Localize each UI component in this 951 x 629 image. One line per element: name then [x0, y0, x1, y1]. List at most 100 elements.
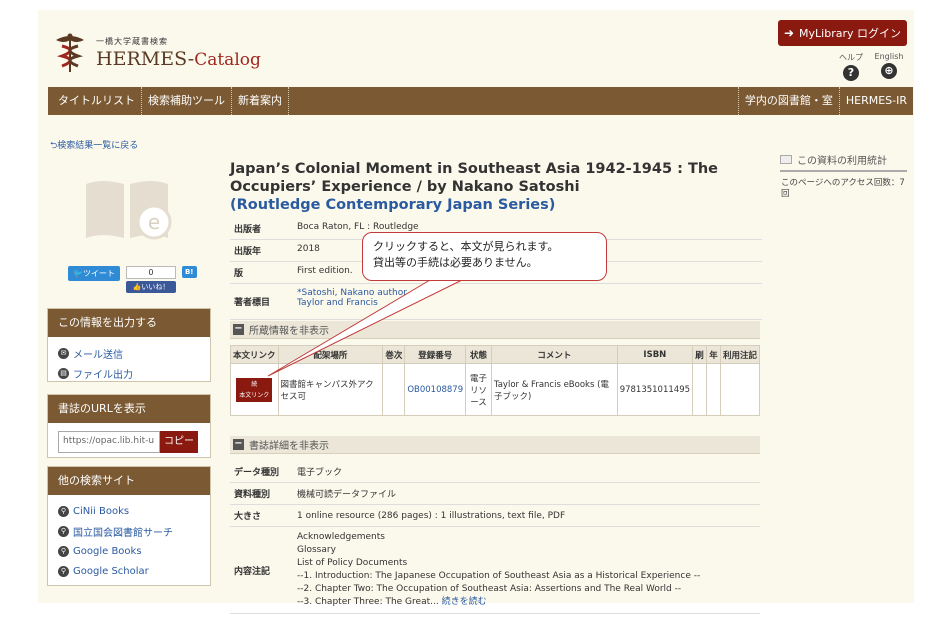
- contents-line: List of Policy Documents: [297, 558, 408, 568]
- logo-hermes: HERMES-: [96, 48, 195, 70]
- collapse-icon: −: [233, 323, 244, 335]
- email-send-label: メール送信: [73, 349, 123, 361]
- authors-cell: *Satoshi, Nakano author Taylor and Franc…: [293, 283, 762, 320]
- google-scholar-label: Google Scholar: [73, 565, 149, 577]
- record-title: Japan’s Colonial Moment in Southeast Asi…: [230, 160, 764, 214]
- detail-key: 資料種別: [230, 482, 293, 505]
- logo-subtitle: 一橋大学蔵書検索: [96, 37, 168, 46]
- series-link[interactable]: (Routledge Contemporary Japan Series): [230, 196, 764, 214]
- col-comment: コメント: [490, 345, 618, 364]
- status-cell: 電子リソース: [465, 363, 492, 416]
- logo-title: HERMES-Catalog: [96, 48, 261, 70]
- col-reg-no: 登録番号: [404, 345, 467, 364]
- collapse-icon: −: [233, 438, 244, 450]
- english-button[interactable]: English ⊕: [869, 52, 909, 79]
- export-panel-title: この情報を出力する: [48, 309, 210, 337]
- fulltext-cell: 続本文リンク: [230, 363, 279, 416]
- meta-key: 出版年: [230, 239, 293, 262]
- search-icon: ⚲: [58, 565, 69, 577]
- usage-stats-title: この資料の利用統計: [780, 152, 907, 172]
- col-isbn: ISBN: [616, 345, 694, 364]
- detail-value: 1 online resource (286 pages) : 1 illust…: [293, 504, 760, 527]
- usage-stats-label: この資料の利用統計: [797, 156, 887, 167]
- contents-note-cell: Acknowledgements Glossary List of Policy…: [293, 526, 760, 614]
- col-fulltext: 本文リンク: [230, 345, 279, 364]
- back-to-results-link[interactable]: ⮌検索結果一覧に戻る: [50, 138, 138, 154]
- note-cell: [719, 363, 761, 416]
- col-location: 配架場所: [277, 345, 384, 364]
- cinii-books-link[interactable]: ⚲ CiNii Books: [58, 501, 200, 521]
- col-year: 年: [705, 345, 721, 364]
- detail-value: 電子ブック: [293, 461, 760, 483]
- ndl-search-link[interactable]: ⚲ 国立国会図書館サーチ: [58, 521, 200, 541]
- meta-row: 著者標目 *Satoshi, Nakano author Taylor and …: [230, 283, 762, 320]
- author-link[interactable]: *Satoshi, Nakano author: [297, 288, 758, 298]
- details-toggle[interactable]: − 書誌詳細を非表示: [230, 436, 760, 454]
- nav-campus-libraries[interactable]: 学内の図書館・室: [737, 87, 839, 115]
- contents-line: Glossary: [297, 545, 336, 555]
- search-icon: ⚲: [58, 505, 69, 517]
- file-export-label: ファイル出力: [73, 369, 133, 381]
- social-buttons: 🐦ツイート 0 👍いいね！ B!: [68, 266, 197, 293]
- other-search-panel-title: 他の検索サイト: [48, 467, 210, 495]
- like-label: いいね！: [141, 283, 170, 291]
- holdings-table: 本文リンク 配架場所 巻次 登録番号 状態 コメント ISBN 刷 年 利用注記…: [230, 345, 761, 416]
- detail-key: 大きさ: [230, 504, 293, 527]
- print-cell: [692, 363, 707, 416]
- detail-row: 大きさ 1 online resource (286 pages) : 1 ill…: [230, 504, 760, 527]
- nav-title-list[interactable]: タイトルリスト: [48, 87, 142, 115]
- author-link[interactable]: Taylor and Francis: [297, 298, 758, 308]
- copy-url-button[interactable]: コピー: [160, 431, 198, 453]
- google-books-link[interactable]: ⚲ Google Books: [58, 541, 200, 561]
- hermes-logo[interactable]: 一橋大学蔵書検索 HERMES-Catalog: [50, 30, 261, 76]
- url-panel-title: 書誌のURLを表示: [48, 395, 210, 423]
- url-panel: 書誌のURLを表示 https://opac.lib.hit-u コピー: [47, 394, 211, 458]
- main-nav: タイトルリスト 検索補助ツール 新着案内 学内の図書館・室 HERMES-IR: [48, 87, 913, 115]
- logo-catalog: Catalog: [194, 50, 261, 70]
- fulltext-callout: クリックすると、本文が見られます。 貸出等の手続は必要ありません。: [362, 232, 607, 281]
- caduceus-icon: [56, 33, 84, 72]
- reg-no-cell: OB00108879: [404, 363, 467, 416]
- facebook-like[interactable]: 0 👍いいね！: [125, 266, 176, 293]
- nav-new-arrivals[interactable]: 新着案内: [232, 87, 289, 115]
- mail-icon: ✉: [58, 347, 69, 359]
- holdings-toggle[interactable]: − 所蔵情報を非表示: [230, 321, 760, 339]
- mylibrary-login-button[interactable]: ➜ MyLibrary ログイン: [778, 20, 907, 46]
- volume-cell: [382, 363, 406, 416]
- google-scholar-link[interactable]: ⚲ Google Scholar: [58, 561, 200, 581]
- stats-icon: [780, 155, 792, 164]
- url-panel-body: https://opac.lib.hit-u コピー: [48, 423, 210, 459]
- reg-no-link[interactable]: OB00108879: [407, 385, 463, 395]
- access-count: このページへのアクセス回数：7回: [781, 178, 905, 199]
- help-button[interactable]: ヘルプ ?: [831, 52, 871, 81]
- holdings-row: 続本文リンク 図書館キャンパス外アクセス可 OB00108879 電子リソース …: [230, 363, 761, 416]
- hatena-bookmark-button[interactable]: B!: [181, 266, 197, 278]
- contents-line: --3. Chapter Three: The Great...: [297, 597, 439, 607]
- mylibrary-login-label: MyLibrary ログイン: [799, 27, 902, 40]
- record-url-field[interactable]: https://opac.lib.hit-u: [58, 431, 160, 453]
- read-more-link[interactable]: 続きを読む: [442, 597, 487, 607]
- meta-key: 出版者: [230, 218, 293, 240]
- detail-row: データ種別 電子ブック: [230, 461, 760, 483]
- year-cell: [705, 363, 721, 416]
- nav-hermes-ir[interactable]: HERMES-IR: [838, 87, 913, 115]
- details-table: データ種別 電子ブック 資料種別 機械可読データファイル 大きさ 1 online r…: [230, 461, 760, 614]
- export-panel: この情報を出力する ✉ メール送信 ▤ ファイル出力: [47, 308, 211, 382]
- back-link-label: 検索結果一覧に戻る: [57, 141, 139, 151]
- nav-search-tools[interactable]: 検索補助ツール: [142, 87, 232, 115]
- ebook-thumbnail-icon: e: [86, 181, 172, 240]
- help-icon: ?: [843, 65, 859, 81]
- isbn-cell: 9781351011495: [616, 363, 694, 416]
- detail-value: 機械可読データファイル: [293, 482, 760, 505]
- email-send-link[interactable]: ✉ メール送信: [58, 343, 200, 363]
- like-button[interactable]: 👍いいね！: [125, 281, 176, 293]
- fulltext-link-button[interactable]: 続本文リンク: [236, 377, 273, 402]
- contents-line: --1. Introduction: The Japanese Occupati…: [297, 571, 701, 581]
- holdings-header-row: 本文リンク 配架場所 巻次 登録番号 状態 コメント ISBN 刷 年 利用注記: [230, 345, 761, 364]
- login-icon: ➜: [783, 26, 795, 40]
- ndl-search-label: 国立国会図書館サーチ: [73, 527, 173, 539]
- tweet-button[interactable]: 🐦ツイート: [68, 266, 120, 281]
- location-cell: 図書館キャンパス外アクセス可: [277, 363, 384, 416]
- file-export-link[interactable]: ▤ ファイル出力: [58, 363, 200, 383]
- detail-row: 資料種別 機械可読データファイル: [230, 482, 760, 505]
